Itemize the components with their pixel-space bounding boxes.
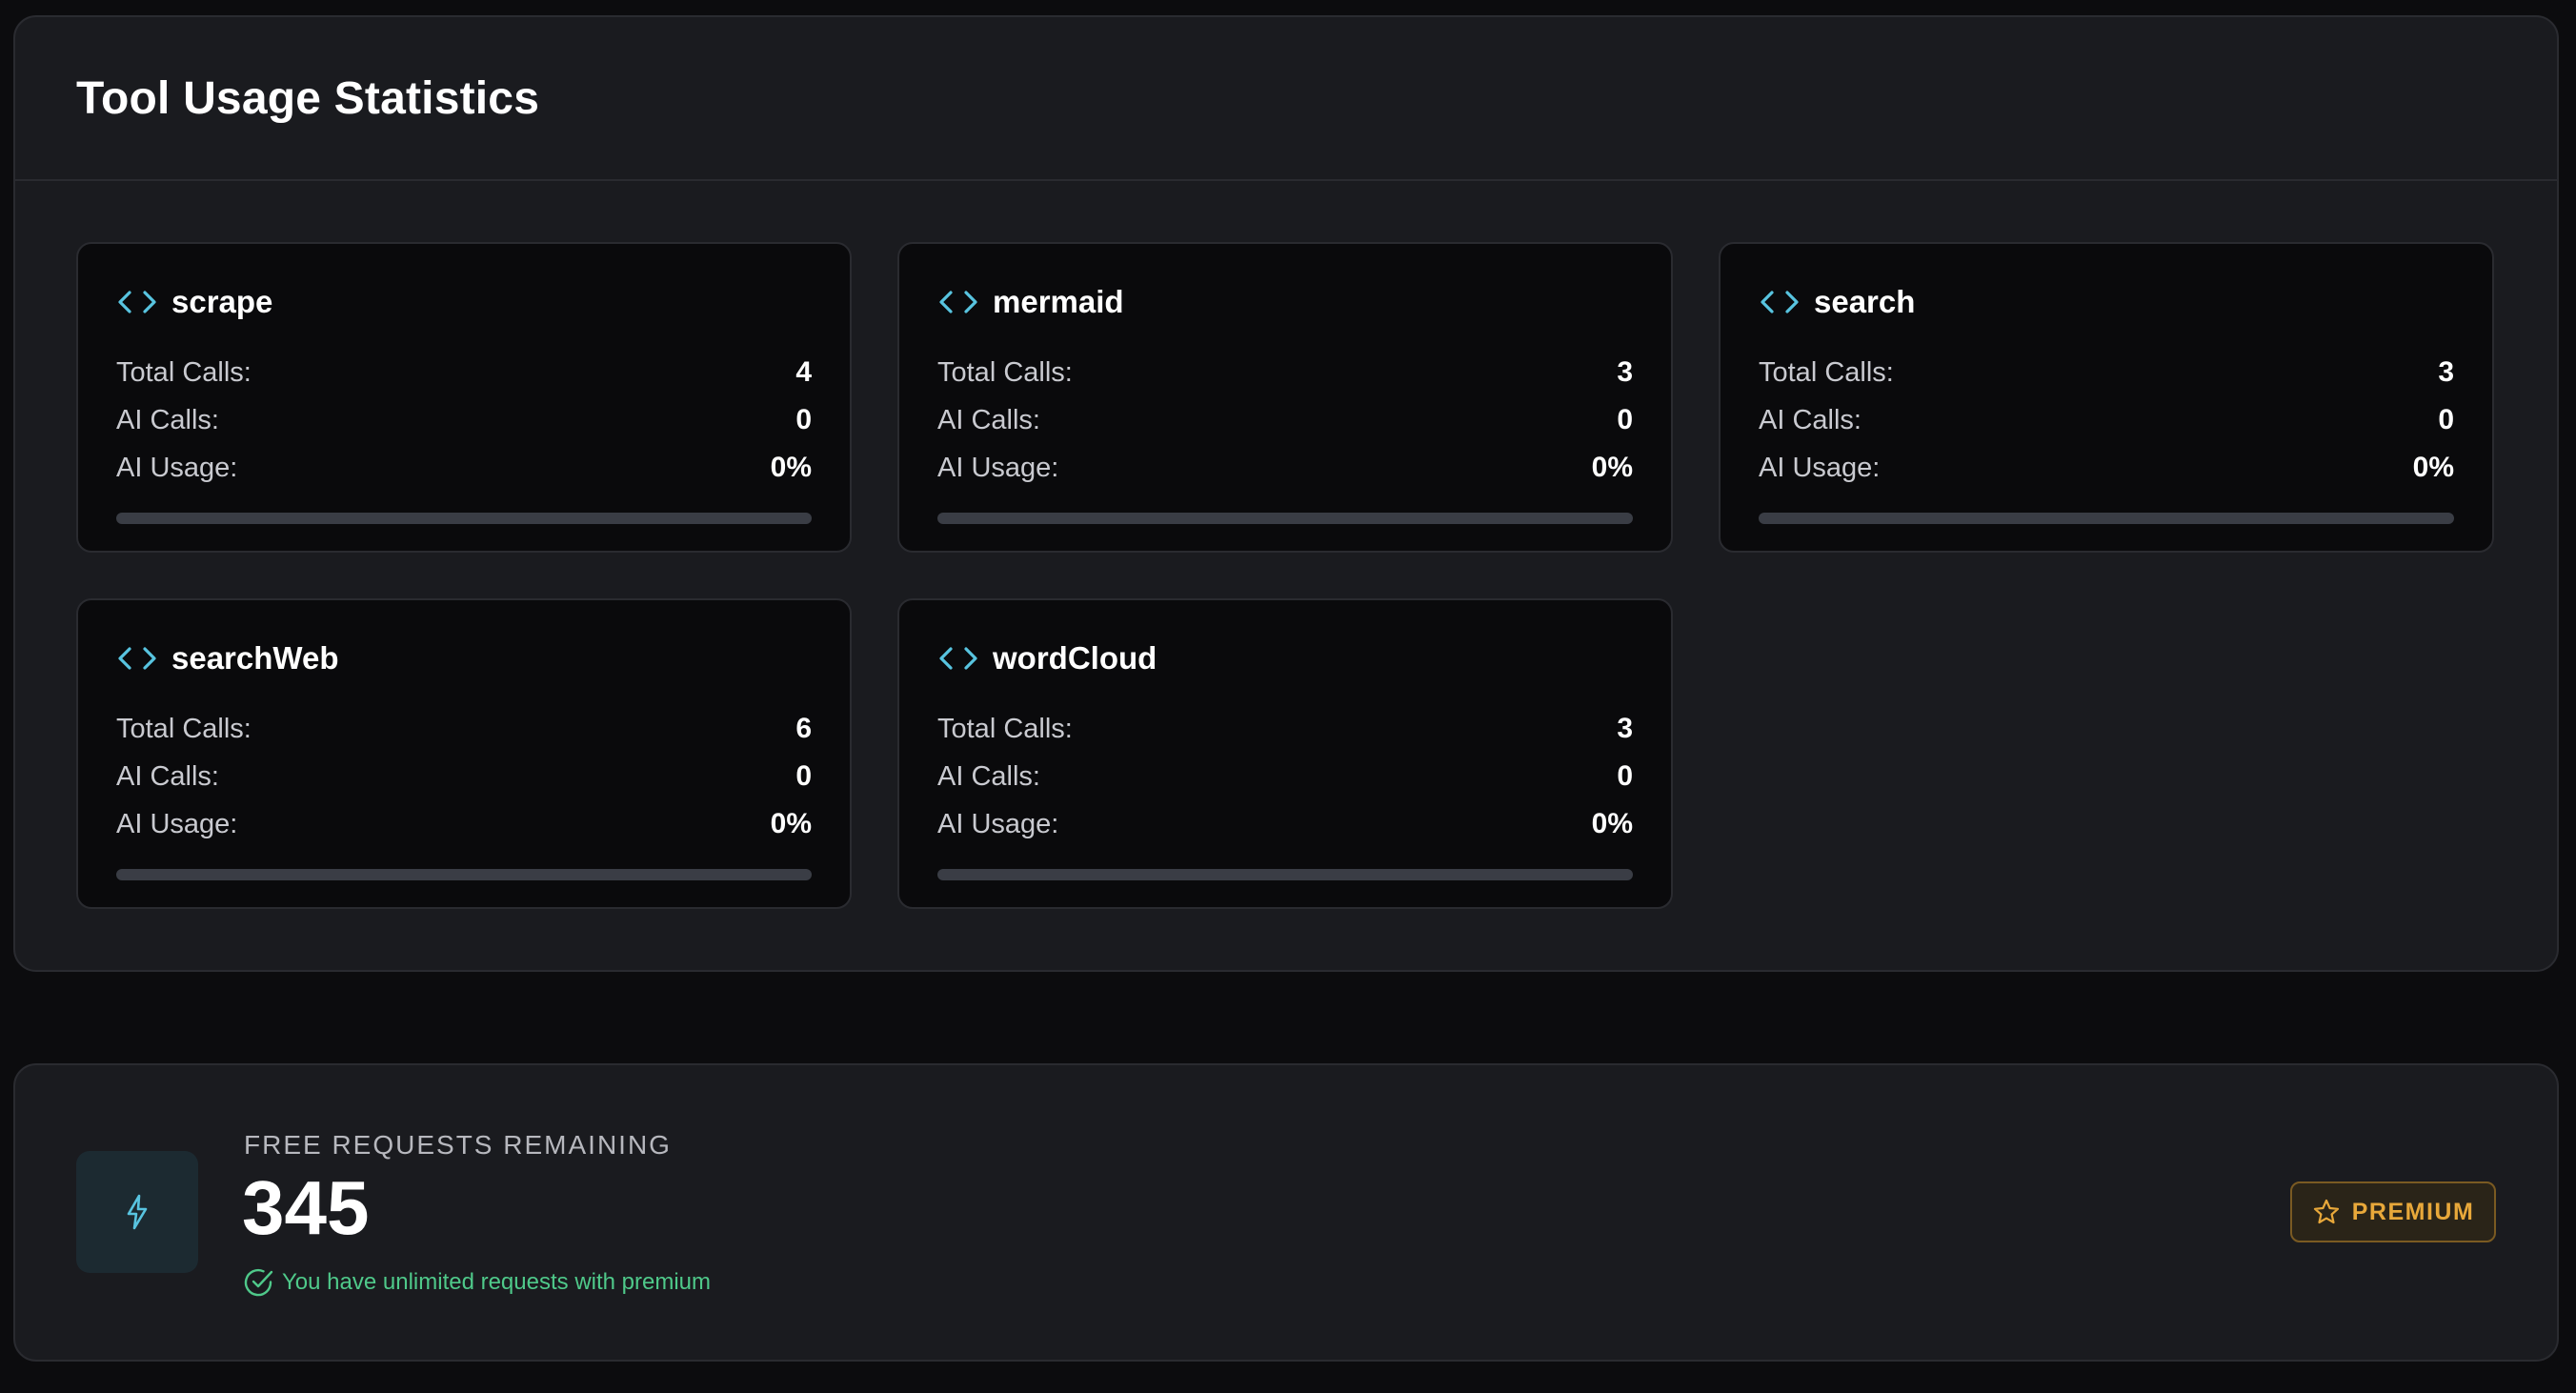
tool-name: search (1814, 284, 1916, 319)
tool-name: scrape (171, 284, 273, 319)
ai-calls-row: AI Calls: 0 (937, 753, 1633, 800)
code-icon (118, 647, 156, 670)
ai-calls-label: AI Calls: (116, 404, 219, 435)
ai-calls-row: AI Calls: 0 (1759, 396, 2454, 444)
ai-usage-label: AI Usage: (1759, 452, 1881, 483)
ai-usage-progress-bar (937, 513, 1633, 524)
ai-calls-value: 0 (1617, 404, 1633, 435)
code-icon (1761, 291, 1799, 313)
premium-note: You have unlimited requests with premium (244, 1267, 711, 1298)
total-calls-row: Total Calls: 6 (116, 705, 812, 753)
total-calls-value: 3 (1617, 713, 1633, 744)
ai-usage-row: AI Usage: 0% (937, 444, 1633, 492)
ai-usage-row: AI Usage: 0% (116, 444, 812, 492)
premium-note-text: You have unlimited requests with premium (282, 1269, 712, 1295)
ai-usage-value: 0% (770, 452, 812, 483)
ai-usage-label: AI Usage: (116, 808, 238, 839)
ai-calls-label: AI Calls: (937, 404, 1040, 435)
ai-calls-label: AI Calls: (937, 760, 1040, 792)
tool-name: searchWeb (171, 640, 339, 676)
ai-usage-progress-bar (1759, 513, 2454, 524)
free-requests-count: 345 (242, 1165, 370, 1250)
ai-calls-value: 0 (795, 404, 812, 435)
tool-name: wordCloud (993, 640, 1157, 676)
check-circle-icon (244, 1268, 273, 1297)
tool-card-wordcloud: wordCloud Total Calls: 3 AI Calls: 0 AI Us… (897, 598, 1673, 909)
ai-usage-value: 0% (1591, 452, 1633, 483)
ai-calls-row: AI Calls: 0 (116, 753, 812, 800)
code-icon (118, 291, 156, 313)
tool-card-mermaid: mermaid Total Calls: 3 AI Calls: 0 AI Usag… (897, 242, 1673, 553)
free-requests-label: FREE REQUESTS REMAINING (244, 1130, 672, 1160)
total-calls-row: Total Calls: 3 (937, 705, 1633, 753)
ai-calls-label: AI Calls: (116, 760, 219, 792)
code-icon (939, 291, 977, 313)
ai-usage-progress-bar (116, 513, 812, 524)
ai-calls-label: AI Calls: (1759, 404, 1862, 435)
tool-card-grid: scrape Total Calls: 4 AI Calls: 0 AI Usage… (15, 181, 2557, 970)
ai-calls-value: 0 (2438, 404, 2454, 435)
total-calls-label: Total Calls: (1759, 356, 1894, 388)
code-icon (939, 647, 977, 670)
page-title: Tool Usage Statistics (76, 72, 540, 124)
ai-usage-value: 0% (770, 808, 812, 839)
total-calls-value: 3 (1617, 356, 1633, 388)
ai-usage-progress-bar (937, 869, 1633, 880)
total-calls-label: Total Calls: (116, 356, 252, 388)
premium-button[interactable]: PREMIUM (2290, 1181, 2496, 1242)
total-calls-row: Total Calls: 3 (937, 349, 1633, 396)
total-calls-row: Total Calls: 4 (116, 349, 812, 396)
total-calls-value: 3 (2438, 356, 2454, 388)
tool-card-searchweb: searchWeb Total Calls: 6 AI Calls: 0 AI Us… (76, 598, 852, 909)
total-calls-label: Total Calls: (937, 356, 1073, 388)
ai-usage-label: AI Usage: (116, 452, 238, 483)
ai-usage-row: AI Usage: 0% (937, 800, 1633, 848)
ai-calls-row: AI Calls: 0 (937, 396, 1633, 444)
total-calls-label: Total Calls: (116, 713, 252, 744)
lightning-icon-tile (76, 1151, 198, 1273)
tool-name: mermaid (993, 284, 1124, 319)
total-calls-value: 6 (795, 713, 812, 744)
ai-calls-value: 0 (1617, 760, 1633, 792)
total-calls-label: Total Calls: (937, 713, 1073, 744)
ai-calls-value: 0 (795, 760, 812, 792)
ai-usage-progress-bar (116, 869, 812, 880)
free-requests-panel: FREE REQUESTS REMAINING 345 You have unl… (13, 1063, 2559, 1362)
premium-button-label: PREMIUM (2351, 1198, 2475, 1225)
ai-usage-value: 0% (1591, 808, 1633, 839)
tool-card-search: search Total Calls: 3 AI Calls: 0 AI Usage… (1719, 242, 2494, 553)
ai-usage-row: AI Usage: 0% (1759, 444, 2454, 492)
lightning-icon (127, 1194, 148, 1230)
tool-usage-panel: Tool Usage Statistics scrape Total Calls… (13, 15, 2559, 972)
star-icon (2313, 1199, 2339, 1224)
tool-card-scrape: scrape Total Calls: 4 AI Calls: 0 AI Usage… (76, 242, 852, 553)
panel-header: Tool Usage Statistics (15, 17, 2557, 181)
ai-calls-row: AI Calls: 0 (116, 396, 812, 444)
total-calls-value: 4 (795, 356, 812, 388)
ai-usage-value: 0% (2412, 452, 2454, 483)
ai-usage-row: AI Usage: 0% (116, 800, 812, 848)
total-calls-row: Total Calls: 3 (1759, 349, 2454, 396)
ai-usage-label: AI Usage: (937, 808, 1059, 839)
ai-usage-label: AI Usage: (937, 452, 1059, 483)
